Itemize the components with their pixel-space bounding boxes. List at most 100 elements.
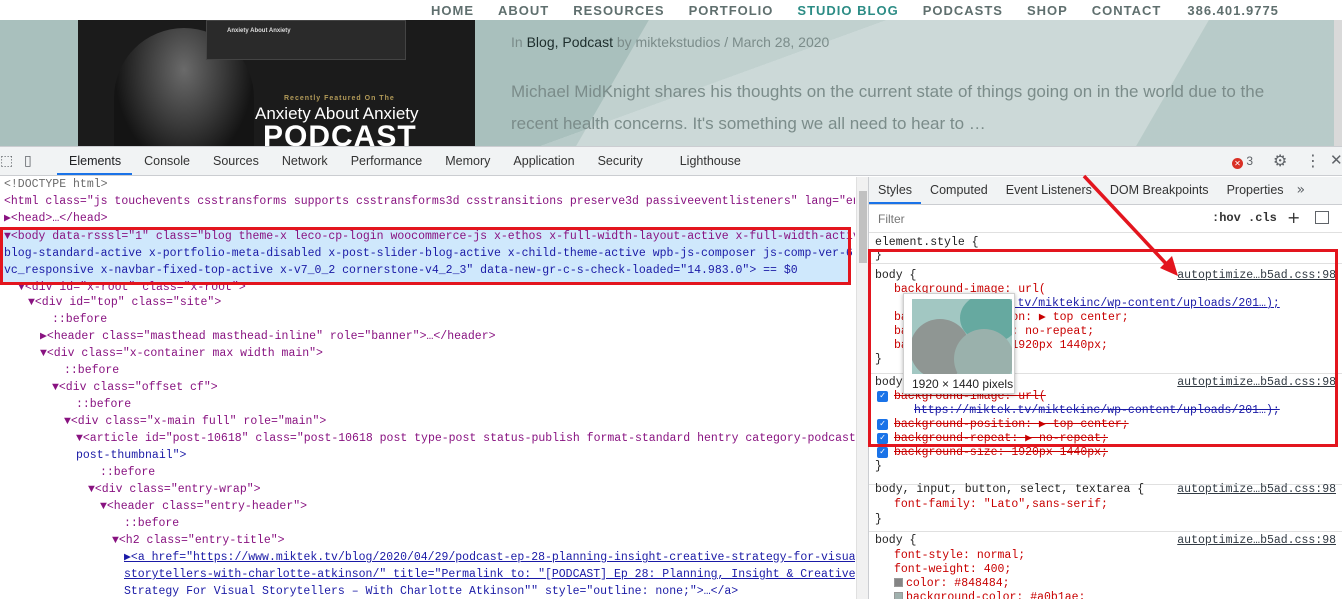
styles-filter-input[interactable]: [873, 209, 1203, 229]
rule-source-link[interactable]: autoptimize…b5ad.css:98: [1177, 534, 1336, 548]
tab-console[interactable]: Console: [132, 147, 201, 175]
tree-line-top[interactable]: ▼<div id="top" class="site">: [28, 295, 221, 312]
nav-contact[interactable]: CONTACT: [1092, 3, 1162, 18]
tree-line-entry-wrap[interactable]: ▼<div class="entry-wrap">: [88, 482, 261, 499]
tree-line-html[interactable]: <html class="js touchevents csstransform…: [4, 194, 855, 211]
tab-security[interactable]: Security: [586, 147, 668, 175]
podcast-promo-image[interactable]: Anxiety About Anxiety Recently Featured …: [78, 20, 475, 146]
phone-title: Anxiety About Anxiety: [227, 28, 291, 34]
nav-portfolio[interactable]: PORTFOLIO: [689, 3, 774, 18]
class-toggle[interactable]: .cls: [1248, 211, 1277, 225]
rule-source-link[interactable]: autoptimize…b5ad.css:98: [1177, 483, 1336, 497]
tree-line-before[interactable]: ::before: [76, 397, 131, 414]
element-style-rule[interactable]: element.style { }: [869, 234, 1342, 264]
settings-gear-icon[interactable]: ⚙: [1273, 151, 1287, 170]
devtools-tabs: Elements Console Sources Network Perform…: [57, 147, 752, 175]
checkbox-checked[interactable]: ✓: [877, 433, 888, 444]
tree-line-h2[interactable]: ▼<h2 class="entry-title">: [112, 533, 285, 550]
rule-source-link[interactable]: autoptimize…b5ad.css:98: [1177, 269, 1336, 283]
tab-sources[interactable]: Sources: [201, 147, 270, 175]
tab-dom-breakpoints[interactable]: DOM Breakpoints: [1101, 177, 1218, 204]
scrollbar-thumb[interactable]: [859, 191, 867, 263]
toggle-sidebar-icon[interactable]: [1315, 211, 1329, 224]
image-preview-tooltip: 1920 × 1440 pixels: [903, 293, 1015, 394]
more-options-icon[interactable]: ⋮: [1305, 151, 1321, 170]
tab-memory[interactable]: Memory: [433, 147, 501, 175]
preview-image: [912, 299, 1012, 374]
tab-elements[interactable]: Elements: [57, 147, 133, 175]
font-family-rule[interactable]: body, input, button, select, textarea { …: [869, 482, 1342, 532]
post-date: March 28, 2020: [732, 34, 830, 50]
nav-shop[interactable]: SHOP: [1027, 3, 1068, 18]
nav-studio-blog[interactable]: STUDIO BLOG: [797, 3, 898, 18]
prop-background-size[interactable]: background-size: 1920px 1440px;: [894, 446, 1108, 460]
prop-font-style[interactable]: font-style: normal;: [894, 549, 1025, 563]
tree-line-body-1[interactable]: ▼<body data-rsssl="1" class="blog theme-…: [4, 229, 855, 246]
page-scrollbar[interactable]: [1334, 20, 1342, 146]
prop-font-weight[interactable]: font-weight: 400;: [894, 563, 1011, 577]
tab-application[interactable]: Application: [501, 147, 585, 175]
post-excerpt: Michael MidKnight shares his thoughts on…: [511, 82, 1265, 133]
tab-computed[interactable]: Computed: [921, 177, 997, 204]
checkbox-checked[interactable]: ✓: [877, 391, 888, 402]
meta-prefix: In: [511, 34, 527, 50]
tree-line-anchor-2[interactable]: storytellers-with-charlotte-atkinson/" t…: [124, 567, 855, 584]
tab-performance[interactable]: Performance: [339, 147, 434, 175]
prop-url-link[interactable]: https://miktek.tv/miktekinc/wp-content/u…: [914, 404, 1280, 418]
post-categories[interactable]: Blog, Podcast: [527, 34, 613, 50]
error-count: 3: [1246, 154, 1254, 168]
tree-line-header[interactable]: ▶<header class="masthead masthead-inline…: [40, 329, 496, 346]
rule-selector: body {: [875, 534, 917, 547]
tree-line-before[interactable]: ::before: [100, 465, 155, 482]
checkbox-checked[interactable]: ✓: [877, 447, 888, 458]
website-viewport: Anxiety About Anxiety Recently Featured …: [0, 0, 1342, 146]
nav-home[interactable]: HOME: [431, 3, 474, 18]
nav-phone[interactable]: 386.401.9775: [1187, 3, 1279, 18]
tree-line-x-container[interactable]: ▼<div class="x-container max width main"…: [40, 346, 323, 363]
devtools-panel: ⬚ ▯ Elements Console Sources Network Per…: [0, 146, 1342, 599]
error-badge[interactable]: ✕ 3: [1232, 154, 1253, 169]
tree-line-article-2[interactable]: post-thumbnail">: [76, 448, 186, 465]
tab-event-listeners[interactable]: Event Listeners: [997, 177, 1101, 204]
rule-selector: body {: [875, 269, 917, 282]
tab-styles[interactable]: Styles: [869, 177, 922, 204]
more-tabs-icon[interactable]: »: [1293, 177, 1310, 204]
prop-background-position[interactable]: background-position: ▶ top center;: [894, 418, 1129, 432]
post-author[interactable]: by miktekstudios: [613, 34, 721, 50]
color-swatch[interactable]: [894, 578, 903, 587]
tree-line-entry-header[interactable]: ▼<header class="entry-header">: [100, 499, 307, 516]
tree-line-body-3[interactable]: vc_responsive x-navbar-fixed-top-active …: [4, 263, 798, 280]
tree-line-anchor-1[interactable]: ▶<a href="https://www.miktek.tv/blog/202…: [124, 550, 855, 567]
phone-screen: Anxiety About Anxiety: [206, 20, 406, 60]
tree-line-offset[interactable]: ▼<div class="offset cf">: [52, 380, 218, 397]
tree-line-before[interactable]: ::before: [52, 312, 107, 329]
rule-source-link[interactable]: autoptimize…b5ad.css:98: [1177, 376, 1336, 390]
hover-state-toggle[interactable]: :hov: [1212, 211, 1241, 225]
tree-line-x-main[interactable]: ▼<div class="x-main full" role="main">: [64, 414, 326, 431]
prop-color[interactable]: color: #848484;: [894, 577, 1010, 591]
tab-properties[interactable]: Properties: [1218, 177, 1293, 204]
inspect-icon[interactable]: ⬚: [0, 153, 13, 169]
body-rule-3[interactable]: body { autoptimize…b5ad.css:98 font-styl…: [869, 533, 1342, 599]
device-toolbar-icon[interactable]: ▯: [24, 153, 32, 169]
tree-line-anchor-3[interactable]: Strategy For Visual Storytellers – With …: [124, 584, 738, 599]
tree-line-head[interactable]: ▶<head>…</head>: [4, 211, 108, 228]
tree-line-doctype[interactable]: <!DOCTYPE html>: [4, 177, 108, 194]
nav-about[interactable]: ABOUT: [498, 3, 549, 18]
prop-font-family[interactable]: font-family: "Lato",sans-serif;: [894, 498, 1108, 512]
tab-lighthouse[interactable]: Lighthouse: [668, 147, 752, 175]
elements-scrollbar[interactable]: [856, 177, 868, 599]
image-dimensions: 1920 × 1440 pixels: [912, 377, 1014, 391]
new-rule-icon[interactable]: +: [1287, 208, 1300, 227]
tree-line-before[interactable]: ::before: [124, 516, 179, 533]
tree-line-body-2[interactable]: blog-standard-active x-portfolio-meta-di…: [4, 246, 855, 263]
close-icon[interactable]: ✕: [1330, 151, 1342, 169]
prop-background-repeat[interactable]: background-repeat: ▶ no-repeat;: [894, 432, 1108, 446]
nav-resources[interactable]: RESOURCES: [573, 3, 664, 18]
styles-tabs: Styles Computed Event Listeners DOM Brea…: [869, 177, 1342, 205]
tree-line-before[interactable]: ::before: [64, 363, 119, 380]
checkbox-checked[interactable]: ✓: [877, 419, 888, 430]
nav-podcasts[interactable]: PODCASTS: [923, 3, 1003, 18]
tree-line-article-1[interactable]: ▼<article id="post-10618" class="post-10…: [76, 431, 855, 448]
tab-network[interactable]: Network: [270, 147, 339, 175]
